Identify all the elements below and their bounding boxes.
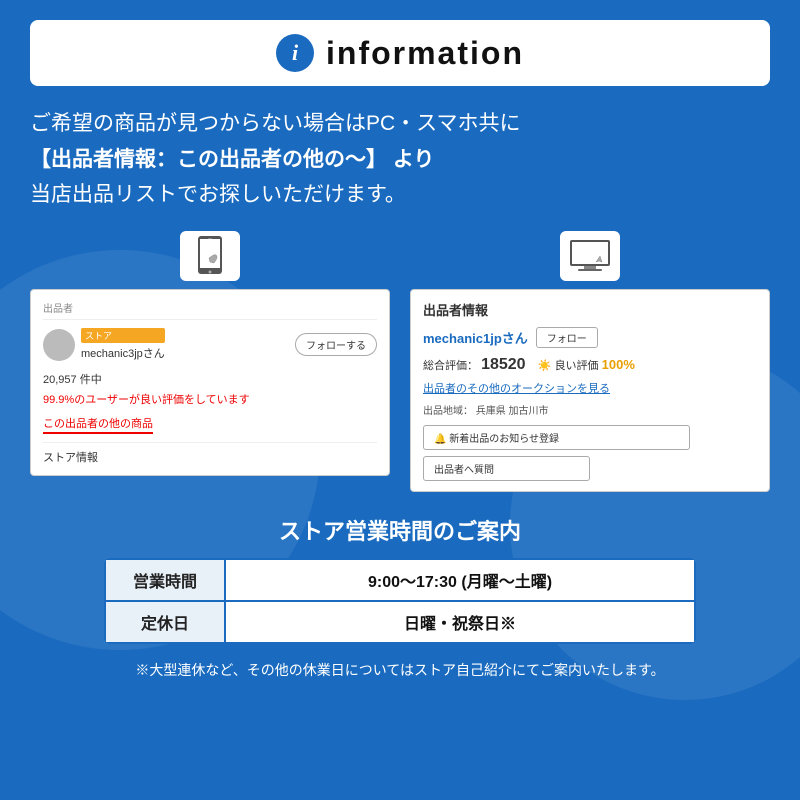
sc-right-username: mechanic1jpさん xyxy=(423,328,528,347)
sc-right-good-label: 良い評価 xyxy=(555,360,599,372)
sc-left-rating: 99.9%のユーザーが良い評価をしています xyxy=(43,391,377,407)
sc-left-user-row: ストア mechanic3jpさん フォローする xyxy=(43,328,377,361)
store-hours-section: ストア営業時間のご案内 営業時間 9:00〜17:30 (月曜〜土曜) 定休日 … xyxy=(30,514,770,644)
main-container: i information ご希望の商品が見つからない場合はPC・スマホ共に 【… xyxy=(0,0,800,800)
sc-right-location-value: 兵庫県 加古川市 xyxy=(476,406,549,417)
sc-left-store-info: ストア情報 xyxy=(43,442,377,465)
sc-right-rating-label: 総合評価： xyxy=(423,360,478,372)
sc-left-avatar xyxy=(43,329,75,361)
holiday-value-cell: 日曜・祝祭日※ xyxy=(225,601,695,643)
sc-right-question-btn[interactable]: 出品者へ質問 xyxy=(423,456,590,481)
table-row-hours: 営業時間 9:00〜17:30 (月曜〜土曜) xyxy=(105,559,695,601)
sc-left-username: mechanic3jpさん xyxy=(81,348,165,360)
sc-left-follow-btn[interactable]: フォローする xyxy=(295,333,377,356)
sc-right-rating-score: 18520 xyxy=(481,356,526,373)
sc-right-location-label: 出品地域： xyxy=(423,406,473,417)
hours-label-cell: 営業時間 xyxy=(105,559,225,601)
sc-right-label: 出品者情報 xyxy=(423,300,757,319)
sc-right-user-row: mechanic1jpさん フォロー xyxy=(423,327,757,348)
footer-note: ※大型連休など、その他の休業日についてはストア自己紹介にてご案内いたします。 xyxy=(30,660,770,681)
desktop-screenshot-wrapper: 出品者情報 mechanic1jpさん フォロー 総合評価： 18520 ☀️ … xyxy=(410,231,770,492)
sc-right-follow-btn[interactable]: フォロー xyxy=(536,327,598,348)
sc-right-rating-row: 総合評価： 18520 ☀️ 良い評価 100% xyxy=(423,356,757,374)
sc-right-location: 出品地域： 兵庫県 加古川市 xyxy=(423,402,757,417)
desktop-device-icon xyxy=(560,231,620,281)
main-line2: 【出品者情報：この出品者の他の〜】 より xyxy=(30,148,434,171)
mobile-device-icon xyxy=(180,231,240,281)
screenshots-row: 出品者 ストア mechanic3jpさん フォローする 20,957 件中 9… xyxy=(30,231,770,492)
main-line1: ご希望の商品が見つからない場合はPC・スマホ共に xyxy=(30,112,521,135)
mobile-screenshot-card: 出品者 ストア mechanic3jpさん フォローする 20,957 件中 9… xyxy=(30,289,390,476)
desktop-screenshot-card: 出品者情報 mechanic1jpさん フォロー 総合評価： 18520 ☀️ … xyxy=(410,289,770,492)
table-row-holiday: 定休日 日曜・祝祭日※ xyxy=(105,601,695,643)
mobile-screenshot-wrapper: 出品者 ストア mechanic3jpさん フォローする 20,957 件中 9… xyxy=(30,231,390,476)
store-hours-title: ストア営業時間のご案内 xyxy=(30,514,770,546)
info-icon: i xyxy=(276,34,314,72)
sc-right-good-pct: 100% xyxy=(602,357,635,372)
sc-left-other-items[interactable]: この出品者の他の商品 xyxy=(43,415,153,434)
hours-table: 営業時間 9:00〜17:30 (月曜〜土曜) 定休日 日曜・祝祭日※ xyxy=(104,558,696,644)
header-title: information xyxy=(326,35,524,72)
sc-left-label: 出品者 xyxy=(43,300,377,320)
sc-right-sun-icon: ☀️ xyxy=(538,360,552,372)
sc-left-stats: 20,957 件中 xyxy=(43,371,377,387)
sc-right-auction-link[interactable]: 出品者のその他のオークションを見る xyxy=(423,380,757,396)
hours-value-cell: 9:00〜17:30 (月曜〜土曜) xyxy=(225,559,695,601)
main-text-block: ご希望の商品が見つからない場合はPC・スマホ共に 【出品者情報：この出品者の他の… xyxy=(30,106,770,213)
sc-right-notify-btn[interactable]: 🔔 新着出品のお知らせ登録 xyxy=(423,425,690,450)
holiday-label-cell: 定休日 xyxy=(105,601,225,643)
sc-left-store-badge: ストア xyxy=(81,328,165,343)
main-line3: 当店出品リストでお探しいただけます。 xyxy=(30,183,406,206)
header-box: i information xyxy=(30,20,770,86)
sc-left-avatar-area: ストア mechanic3jpさん xyxy=(43,328,165,361)
